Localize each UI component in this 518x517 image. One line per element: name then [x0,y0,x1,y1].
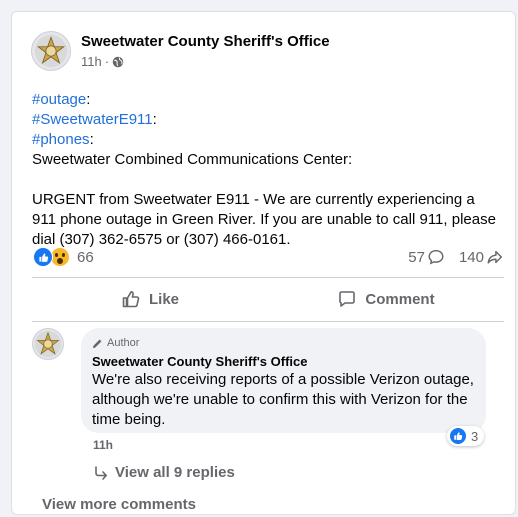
share-count-group[interactable]: 140 [459,248,504,266]
hashtag-line: #outage: [32,90,502,110]
comment-count: 57 [408,248,425,266]
post-lead: Sweetwater Combined Communications Cente… [32,151,353,168]
reaction-icons[interactable] [33,247,70,267]
post-text: URGENT from Sweetwater E911 - We are cur… [32,191,496,248]
post-time[interactable]: 11h [81,53,102,71]
comment-reactions[interactable]: 3 [447,426,485,446]
divider [32,321,504,322]
comment-reaction-count: 3 [471,428,479,444]
view-replies-link[interactable]: View all 9 replies [93,464,235,481]
comment-bubble: Author Sweetwater County Sheriff's Offic… [81,328,486,433]
author-badge: Author [92,336,474,350]
like-button[interactable]: Like [32,280,268,318]
hashtag-link[interactable]: #outage [32,91,86,108]
view-replies-label: View all 9 replies [115,464,235,481]
comment-time[interactable]: 11h [93,438,113,452]
comment-bubble-icon [428,249,444,265]
reaction-count[interactable]: 66 [77,249,94,266]
like-icon [33,247,53,267]
like-label: Like [148,290,179,308]
hashtag-suffix: : [86,91,91,108]
hashtag-suffix: : [89,131,94,148]
hashtag-link[interactable]: #SweetwaterE911 [32,111,153,128]
hashtag-line: #phones: [32,130,502,150]
thumbs-up-icon [122,291,140,308]
hashtag-link[interactable]: #phones [32,131,90,148]
view-more-comments-link[interactable]: View more comments [42,496,196,513]
wow-eye [55,253,58,257]
comment-text: We're also receiving reports of a possib… [92,371,474,428]
engagement-counts: 57 140 [408,248,504,266]
share-count: 140 [458,248,484,266]
page-avatar[interactable] [31,31,71,71]
reply-arrow-icon [95,465,107,480]
hashtag-line: #SweetwaterE911: [32,110,502,130]
share-arrow-icon [487,250,503,264]
comment-count-group[interactable]: 57 [408,248,445,266]
author-badge-label: Author [107,337,140,349]
post-meta: 11h · [81,53,330,71]
wow-icon [50,247,70,267]
reactions-bar: 66 57 140 [33,246,504,268]
comment-icon [339,291,356,307]
commenter-avatar[interactable] [32,328,64,360]
post-header: Sweetwater County Sheriff's Office 11h · [31,31,330,71]
globe-icon[interactable] [112,56,124,68]
comment-button[interactable]: Comment [268,280,504,318]
like-icon [449,427,467,445]
sheriff-star-icon [34,34,68,68]
wow-eye [62,253,65,257]
page-name[interactable]: Sweetwater County Sheriff's Office [81,33,330,51]
sheriff-star-icon [34,330,62,358]
hashtag-suffix: : [152,111,157,128]
meta-separator: · [104,54,110,69]
divider [32,277,504,278]
post-card: Sweetwater County Sheriff's Office 11h ·… [11,11,516,515]
pencil-icon [92,339,102,348]
comment-author[interactable]: Sweetwater County Sheriff's Office [92,354,474,370]
post-actions: Like Comment [32,280,504,318]
comment-label: Comment [365,290,435,308]
post-body: #outage: #SweetwaterE911: #phones: Sweet… [32,90,502,250]
wow-mouth [57,258,63,264]
